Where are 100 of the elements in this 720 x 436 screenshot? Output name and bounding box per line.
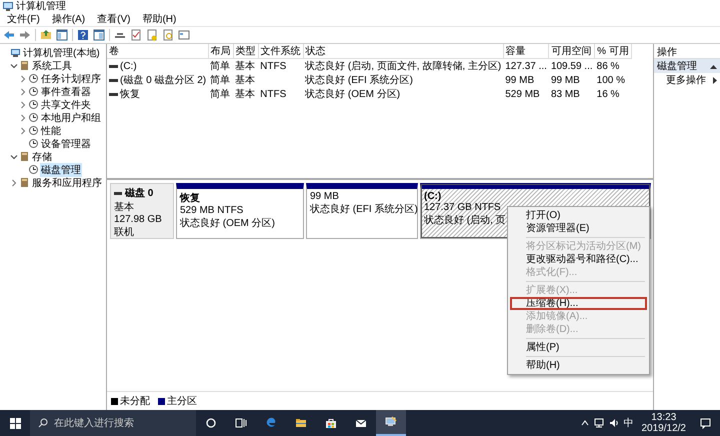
search-placeholder: 在此键入进行搜索 <box>54 416 134 430</box>
search-field[interactable]: 在此键入进行搜索 <box>30 410 196 436</box>
table-cell: NTFS <box>260 60 286 72</box>
chevron-icon[interactable] <box>10 62 18 70</box>
chevron-up-icon[interactable] <box>580 420 588 426</box>
windows-logo-icon <box>10 418 20 428</box>
chevron-icon[interactable] <box>19 100 27 108</box>
table-cell: 86 % <box>596 60 620 72</box>
column-header[interactable]: 布局 <box>208 44 234 58</box>
tree-item[interactable]: 任务计划程序 <box>40 72 102 86</box>
table-cell: 状态良好 (OEM 分区) <box>305 89 400 100</box>
table-cell-text: 恢复 <box>120 88 140 101</box>
collapse-caret-icon[interactable] <box>710 64 717 68</box>
table-cell: 基本 <box>235 75 256 86</box>
column-header[interactable]: 类型 <box>233 44 258 58</box>
table-cell: 100 % <box>596 74 625 86</box>
disk-size: 127.98 GB <box>114 214 162 225</box>
chevron-icon[interactable] <box>19 126 27 134</box>
tree-item[interactable]: 性能 <box>40 124 62 138</box>
new-page-icon[interactable] <box>146 29 158 41</box>
partition-name: (C:) <box>424 191 442 202</box>
partition-status: 状态良好 (OEM 分区) <box>180 216 275 230</box>
search-page-icon[interactable] <box>162 29 174 41</box>
partition-name: 恢复 <box>180 192 200 205</box>
tree-item[interactable]: 系统工具 <box>31 58 73 72</box>
menu-item[interactable]: 帮助(H) <box>137 12 182 26</box>
tree-item[interactable]: 本地用户和组 <box>40 110 102 124</box>
chevron-icon[interactable] <box>19 114 27 122</box>
chevron-icon[interactable] <box>10 152 18 160</box>
checklist-icon[interactable] <box>130 29 142 41</box>
menu-item[interactable]: 打开(O) <box>510 209 647 222</box>
table-cell: NTFS <box>260 88 286 100</box>
menu-item[interactable]: 文件(F) <box>2 12 45 26</box>
table-cell: 109.59 ... <box>550 60 593 72</box>
partition-block[interactable]: 恢复 529 MB NTFS 状态良好 (OEM 分区) <box>176 183 304 239</box>
menu-item[interactable]: 属性(P) <box>510 341 647 354</box>
chevron-icon[interactable] <box>10 178 18 186</box>
column-header[interactable]: 文件系统 <box>258 44 304 58</box>
column-header[interactable]: 状态 <box>303 44 504 58</box>
action-link[interactable]: 更多操作 <box>666 73 706 87</box>
tree-item[interactable]: 事件查看器 <box>40 84 92 98</box>
column-header[interactable]: 容量 <box>503 44 549 58</box>
properties-window-icon[interactable] <box>178 29 190 41</box>
shopping-bag-icon <box>325 417 337 429</box>
tree-item[interactable]: 存储 <box>31 150 53 164</box>
tree-item[interactable]: 设备管理器 <box>40 136 92 150</box>
column-header[interactable]: 卷 <box>107 44 208 58</box>
menu-item[interactable]: 帮助(H) <box>510 359 647 372</box>
console-tree-icon[interactable] <box>56 29 68 41</box>
notification-icon[interactable] <box>700 418 710 428</box>
section-label: 磁盘管理 <box>657 60 697 73</box>
menu-item[interactable]: 查看(V) <box>92 12 136 26</box>
chevron-icon[interactable] <box>19 74 27 82</box>
table-cell: (C:) <box>120 60 137 72</box>
partition-block[interactable]: 99 MB 状态良好 (EFI 系统分区) <box>306 183 418 239</box>
table-cell: 状态良好 (启动, 页面文件, 故障转储, 主分区) <box>305 61 502 72</box>
network-icon[interactable] <box>594 418 604 428</box>
chevron-icon[interactable] <box>19 88 27 96</box>
speaker-icon[interactable] <box>608 418 618 428</box>
search-icon <box>38 418 48 428</box>
task-view-icon <box>235 417 247 429</box>
column-header[interactable]: % 可用 <box>594 44 632 58</box>
tree-item[interactable]: 磁盘管理 <box>40 162 82 176</box>
table-cell-text: (磁盘 0 磁盘分区 2) <box>120 74 206 87</box>
folder-up-icon[interactable] <box>40 29 52 41</box>
back-arrow-icon[interactable] <box>3 29 15 41</box>
clock-date[interactable]: 2019/12/2 <box>642 423 686 434</box>
disk-name: 磁盘 0 <box>125 186 154 200</box>
actions-section[interactable]: 磁盘管理 <box>654 59 720 73</box>
tree-item[interactable]: 计算机管理(本地) <box>22 46 101 60</box>
table-cell: 83 MB <box>550 88 580 100</box>
folder-icon <box>295 417 307 429</box>
table-cell: 529 MB <box>505 88 540 100</box>
ime-indicator[interactable]: 中 <box>624 416 634 430</box>
partition-status: 状态良好 (EFI 系统分区) <box>310 202 418 216</box>
partition-size: 99 MB <box>310 191 339 202</box>
disk-status: 联机 <box>114 226 134 239</box>
envelope-icon <box>355 417 367 429</box>
taskbar-app[interactable] <box>376 410 406 436</box>
table-cell: 简单 <box>210 75 230 86</box>
menu-item[interactable]: 更改驱动器号和路径(C)... <box>510 253 647 266</box>
help-icon[interactable] <box>77 29 89 41</box>
view-icon[interactable] <box>93 29 105 41</box>
column-header[interactable]: 可用空间 <box>548 44 595 58</box>
window-title: 计算机管理 <box>16 0 66 12</box>
table-cell: 简单 <box>210 61 230 72</box>
table-cell: 127.37 ... <box>505 60 547 72</box>
forward-arrow-icon[interactable] <box>19 29 31 41</box>
tree-item[interactable]: 共享文件夹 <box>40 98 92 112</box>
menu-item[interactable]: 操作(A) <box>46 12 90 26</box>
table-cell: 99 MB <box>550 74 580 86</box>
tree-item[interactable]: 服务和应用程序 <box>31 176 103 190</box>
legend-label: 未分配 <box>120 394 150 408</box>
clock-time[interactable]: 13:23 <box>651 412 676 423</box>
table-cell: 16 % <box>596 88 620 100</box>
partition-size: 529 MB NTFS <box>180 205 244 216</box>
menu-item[interactable]: 资源管理器(E) <box>510 222 647 235</box>
partition-size: 127.37 GB NTFS <box>424 202 501 213</box>
table-cell: 基本 <box>235 61 256 72</box>
table-cell: 状态良好 (EFI 系统分区) <box>305 75 413 86</box>
